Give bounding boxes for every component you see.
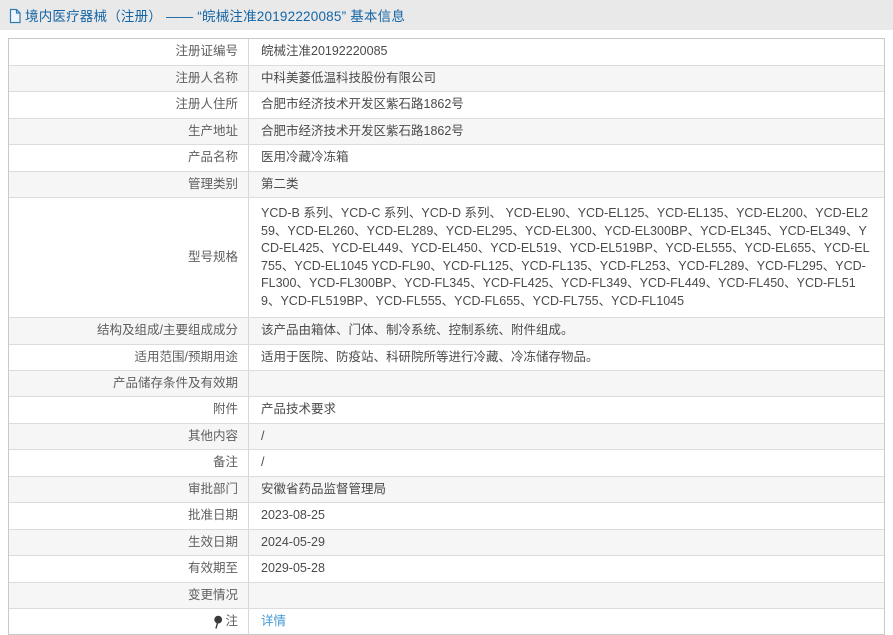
row-label: 注册证编号: [9, 39, 249, 65]
row-value: 2029-05-28: [261, 561, 325, 575]
row-label: 产品名称: [9, 145, 249, 171]
row-value: 2023-08-25: [261, 508, 325, 522]
table-row-model-specs: 型号规格 YCD-B 系列、YCD-C 系列、YCD-D 系列、 YCD-EL9…: [9, 198, 884, 318]
table-row-storage-conditions: 产品储存条件及有效期: [9, 371, 884, 397]
row-label: 批准日期: [9, 503, 249, 529]
row-label: 生效日期: [9, 529, 249, 555]
row-value: YCD-B 系列、YCD-C 系列、YCD-D 系列、 YCD-EL90、YCD…: [261, 206, 870, 308]
table-row-reg-number: 注册证编号 皖械注准20192220085: [9, 39, 884, 66]
page-title: 境内医疗器械（注册） —— “皖械注准20192220085” 基本信息: [25, 9, 406, 24]
row-value: 合肥市经济技术开发区紫石路1862号: [261, 97, 464, 111]
detail-link[interactable]: 详情: [261, 614, 286, 628]
table-row-attachment: 附件 产品技术要求: [9, 397, 884, 424]
row-label: 适用范围/预期用途: [9, 344, 249, 370]
table-row-intended-use: 适用范围/预期用途 适用于医院、防疫站、科研院所等进行冷藏、冷冻储存物品。: [9, 344, 884, 371]
row-label: 管理类别: [9, 171, 249, 197]
row-label: 产品储存条件及有效期: [9, 371, 249, 396]
row-value: /: [261, 455, 265, 469]
row-value: 2024-05-29: [261, 534, 325, 549]
row-label: 变更情况: [9, 582, 249, 608]
row-value: 中科美菱低温科技股份有限公司: [261, 70, 437, 85]
row-value: 安徽省药品监督管理局: [261, 481, 387, 496]
row-label: 生产地址: [9, 118, 249, 144]
table-row-remarks: 备注 /: [9, 450, 884, 477]
table-row-other-content: 其他内容 /: [9, 423, 884, 450]
row-value: 适用于医院、防疫站、科研院所等进行冷藏、冷冻储存物品。: [261, 349, 599, 364]
row-label: 注: [9, 608, 249, 634]
row-label: 附件: [9, 397, 249, 423]
table-row-note: 注 详情: [9, 608, 884, 635]
row-value: 合肥市经济技术开发区紫石路1862号: [261, 123, 464, 138]
table-row-structure-composition: 结构及组成/主要组成成分 该产品由箱体、门体、制冷系统、控制系统、附件组成。: [9, 318, 884, 345]
row-value: [249, 591, 884, 599]
table-row-approval-date: 批准日期 2023-08-25: [9, 503, 884, 530]
row-label: 有效期至: [9, 556, 249, 582]
row-label: 其他内容: [9, 423, 249, 449]
row-label: 备注: [9, 450, 249, 476]
table-row-effective-date: 生效日期 2024-05-29: [9, 529, 884, 556]
row-value: 该产品由箱体、门体、制冷系统、控制系统、附件组成。: [261, 323, 574, 337]
pin-icon: [213, 615, 223, 629]
table-row-change-status: 变更情况: [9, 582, 884, 609]
row-label: 审批部门: [9, 476, 249, 502]
document-icon: [8, 8, 22, 24]
table-row-production-address: 生产地址 合肥市经济技术开发区紫石路1862号: [9, 118, 884, 145]
table-row-approval-department: 审批部门 安徽省药品监督管理局: [9, 476, 884, 503]
row-value: 医用冷藏冷冻箱: [261, 150, 349, 164]
row-label: 结构及组成/主要组成成分: [9, 318, 249, 344]
registration-info-table: 注册证编号 皖械注准20192220085 注册人名称 中科美菱低温科技股份有限…: [8, 38, 885, 635]
row-value: 第二类: [261, 176, 299, 191]
row-label: 注册人住所: [9, 92, 249, 118]
table-row-product-name: 产品名称 医用冷藏冷冻箱: [9, 145, 884, 172]
row-value: /: [261, 428, 265, 443]
row-value: [249, 380, 884, 388]
row-label: 型号规格: [9, 198, 249, 317]
table-row-registrant-name: 注册人名称 中科美菱低温科技股份有限公司: [9, 65, 884, 92]
row-label: 注册人名称: [9, 65, 249, 91]
row-value: 皖械注准20192220085: [261, 44, 388, 58]
table-row-expiry-date: 有效期至 2029-05-28: [9, 556, 884, 583]
page-header: 境内医疗器械（注册） —— “皖械注准20192220085” 基本信息: [0, 0, 893, 30]
row-value: 详情: [249, 609, 884, 635]
note-label-text: 注: [225, 613, 238, 628]
table-row-management-class: 管理类别 第二类: [9, 171, 884, 198]
row-value: 产品技术要求: [261, 402, 337, 416]
table-row-registrant-address: 注册人住所 合肥市经济技术开发区紫石路1862号: [9, 92, 884, 119]
